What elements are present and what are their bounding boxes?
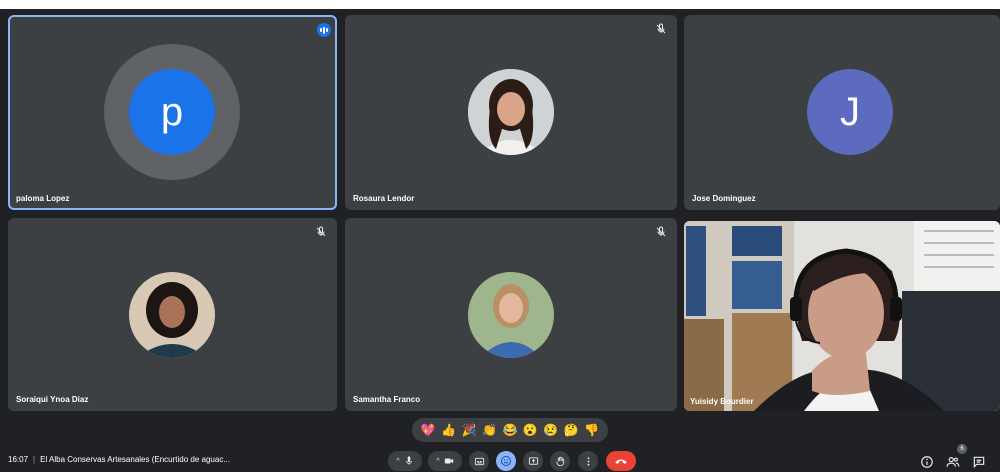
participant-tile-paloma-lopez[interactable]: p paloma Lopez [8, 15, 337, 210]
profile-photo [129, 272, 215, 358]
meeting-info: 16:07 | El Alba Conservas Artesanales (Enc… [8, 455, 230, 464]
mic-button[interactable]: ^ [388, 451, 422, 471]
camera-icon [444, 458, 453, 464]
raise-hand-button[interactable] [550, 451, 570, 471]
participant-tile-samantha-franco[interactable]: Samantha Franco [345, 218, 677, 411]
avatar-initial: p [160, 89, 184, 134]
reaction-thumbs-up[interactable]: 👍 [441, 423, 456, 437]
reaction-laugh[interactable]: 😂 [502, 423, 517, 437]
meeting-details-icon[interactable] [920, 455, 934, 469]
more-options-button[interactable] [578, 451, 598, 471]
camera-button[interactable]: ^ [428, 451, 462, 471]
avatar-initial: J [840, 89, 860, 134]
profile-photo [468, 69, 554, 155]
mic-icon [405, 456, 412, 465]
chevron-up-icon: ^ [436, 457, 440, 465]
participant-name: paloma Lopez [16, 194, 70, 203]
reaction-surprised[interactable]: 😮 [523, 423, 538, 437]
chat-icon[interactable] [972, 455, 986, 469]
top-edge [0, 0, 1000, 9]
participant-tile-jose-dominguez[interactable]: J Jose Dominguez [684, 15, 1000, 210]
present-icon [528, 456, 538, 465]
raise-hand-icon [555, 456, 564, 466]
mic-off-icon [656, 226, 666, 237]
reaction-clap[interactable]: 👏 [482, 423, 497, 437]
reaction-heart[interactable]: 💖 [421, 423, 436, 437]
captions-button[interactable] [469, 451, 489, 471]
participant-name: Samantha Franco [353, 395, 421, 404]
participant-tile-soraiqui-ynoa-diaz[interactable]: Soraiqui Ynoa Diaz [8, 218, 337, 411]
participant-tile-yuisidy-bourdier[interactable]: Yuisidy Bourdier [684, 221, 1000, 411]
captions-icon [474, 457, 484, 465]
chevron-up-icon: ^ [396, 457, 400, 465]
end-call-button[interactable] [606, 451, 636, 471]
mic-off-icon [656, 23, 666, 34]
participant-tile-rosaura-lendor[interactable]: Rosaura Lendor [345, 15, 677, 210]
present-button[interactable] [523, 451, 543, 471]
participant-name: Rosaura Lendor [353, 194, 415, 203]
emoji-icon [501, 456, 511, 466]
avatar: J [807, 69, 893, 155]
people-count-badge: 6 [957, 444, 967, 454]
avatar: p [129, 69, 215, 155]
profile-photo [468, 272, 554, 358]
reaction-thumbs-down[interactable]: 👎 [584, 423, 599, 437]
more-options-icon [587, 456, 589, 466]
reaction-party[interactable]: 🎉 [462, 423, 477, 437]
meeting-title: El Alba Conservas Artesanales (Encurtido… [40, 455, 230, 464]
mic-off-icon [316, 226, 326, 237]
reaction-thinking[interactable]: 🤔 [564, 423, 579, 437]
separator: | [33, 455, 36, 464]
video-feed [684, 221, 1000, 411]
reaction-sad[interactable]: 😢 [543, 423, 558, 437]
end-call-icon [615, 459, 627, 464]
speaking-indicator-icon [317, 23, 331, 37]
participant-name: Soraiqui Ynoa Diaz [16, 395, 89, 404]
emoji-button[interactable] [496, 451, 516, 471]
reactions-bar: 💖 👍 🎉 👏 😂 😮 😢 🤔 👎 [412, 418, 608, 442]
participant-name: Jose Dominguez [692, 194, 756, 203]
people-icon[interactable] [946, 455, 960, 469]
participant-name: Yuisidy Bourdier [690, 397, 754, 406]
meeting-time: 16:07 [8, 455, 29, 464]
